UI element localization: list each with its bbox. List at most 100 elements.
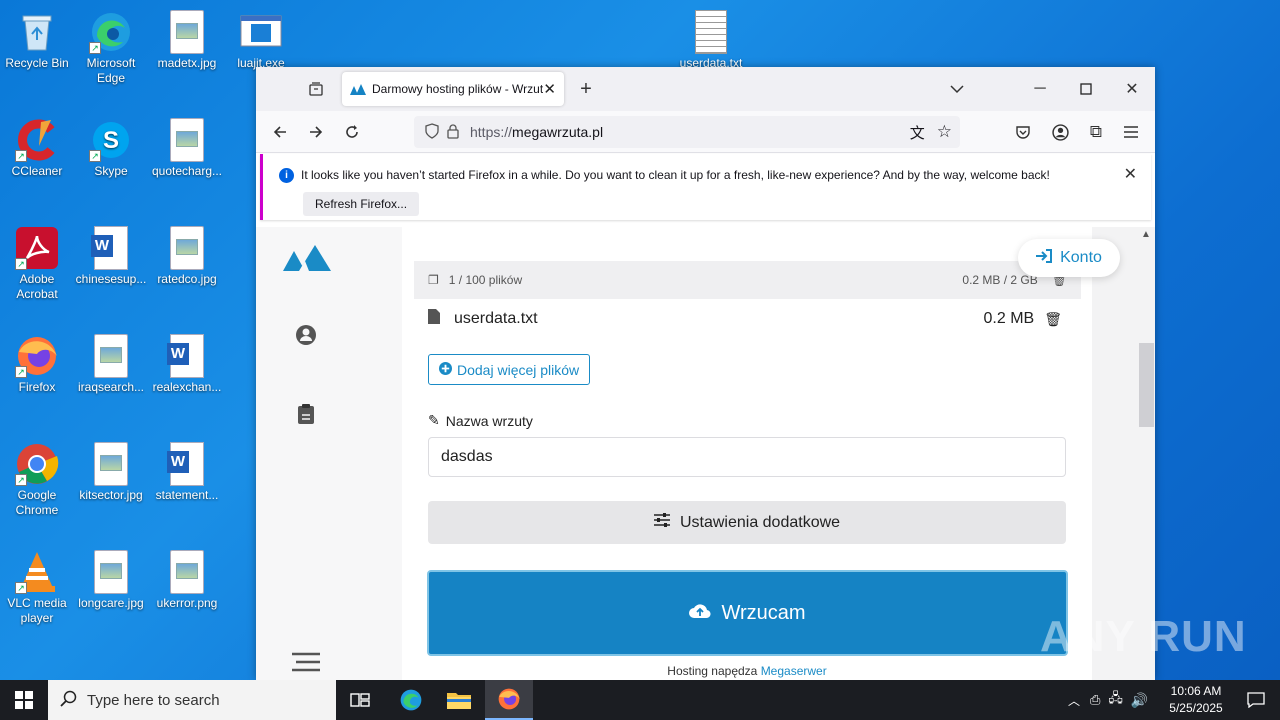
desktop-icon-chinesesup[interactable]: W chinesesup... bbox=[74, 222, 148, 287]
lock-icon[interactable] bbox=[446, 123, 460, 142]
desktop-icon-chrome[interactable]: ↗ Google Chrome bbox=[0, 438, 74, 518]
tab-bar: Darmowy hosting plików - Wrzuta ✕ + ─ ✕ bbox=[256, 67, 1155, 111]
image-file-icon bbox=[94, 334, 128, 378]
scroll-up-arrow-icon[interactable]: ▲ bbox=[1141, 229, 1151, 240]
translate-icon[interactable]: 文 bbox=[910, 122, 925, 143]
tab-megawrzuta[interactable]: Darmowy hosting plików - Wrzuta ✕ bbox=[342, 72, 564, 106]
word-document-icon: W bbox=[167, 442, 204, 486]
back-icon[interactable] bbox=[268, 120, 292, 144]
scrollbar-thumb[interactable] bbox=[1139, 343, 1154, 427]
web-page: ❐ 1 / 100 plików 0.2 MB / 2 GB 🗑 userdat… bbox=[256, 227, 1155, 680]
desktop-icon-realexchan[interactable]: W realexchan... bbox=[150, 330, 224, 395]
copy-icon: ❐ bbox=[428, 273, 439, 287]
desktop-icon-vlc[interactable]: ↗ VLC media player bbox=[0, 546, 74, 626]
chrome-icon: ↗ bbox=[15, 442, 59, 486]
desktop-icon-label: longcare.jpg bbox=[78, 596, 144, 610]
menu-hamburger-icon[interactable] bbox=[1119, 120, 1143, 144]
desktop-icon-acrobat[interactable]: ↗ Adobe Acrobat bbox=[0, 222, 74, 302]
desktop-icon-madetx[interactable]: madetx.jpg bbox=[150, 6, 224, 71]
desktop-icon-iraqsearch[interactable]: iraqsearch... bbox=[74, 330, 148, 395]
tab-title: Darmowy hosting plików - Wrzuta bbox=[372, 82, 544, 96]
desktop-icon-label: iraqsearch... bbox=[77, 380, 145, 394]
refresh-firefox-notification: i It looks like you haven’t started Fire… bbox=[260, 154, 1151, 220]
footer-text: Hosting napędza bbox=[667, 664, 761, 678]
desktop-icon-label: madetx.jpg bbox=[157, 56, 217, 70]
volume-icon[interactable]: 🔊 bbox=[1131, 692, 1148, 709]
minimize-button[interactable]: ─ bbox=[1027, 77, 1053, 101]
taskbar-firefox-icon[interactable] bbox=[485, 680, 533, 720]
taskbar-search-box[interactable]: Type here to search bbox=[48, 680, 336, 720]
upload-name-input[interactable]: dasdas bbox=[428, 437, 1066, 477]
taskbar-clock[interactable]: 10:06 AM 5/25/2025 bbox=[1163, 683, 1229, 717]
user-icon[interactable] bbox=[295, 324, 317, 351]
upload-button-label: Wrzucam bbox=[721, 601, 806, 624]
maximize-button[interactable] bbox=[1073, 77, 1099, 101]
account-icon[interactable] bbox=[1048, 120, 1072, 144]
megawrzuta-logo[interactable] bbox=[283, 245, 331, 276]
show-hidden-icons-chevron-icon[interactable]: ︿ bbox=[1068, 692, 1080, 709]
refresh-firefox-button[interactable]: Refresh Firefox... bbox=[303, 192, 420, 216]
desktop-icon-quotecharg[interactable]: quotecharg... bbox=[150, 114, 224, 179]
text-file-icon bbox=[695, 10, 727, 54]
taskbar-file-explorer-icon[interactable] bbox=[435, 680, 483, 720]
close-tab-icon[interactable]: ✕ bbox=[543, 80, 556, 98]
close-notification-icon[interactable]: ✕ bbox=[1124, 164, 1137, 184]
start-button[interactable] bbox=[0, 680, 48, 720]
desktop-icon-longcare[interactable]: longcare.jpg bbox=[74, 546, 148, 611]
desktop-icon-ukerror[interactable]: ukerror.png bbox=[150, 546, 224, 611]
desktop-icon-label: kitsector.jpg bbox=[79, 488, 143, 502]
site-sidebar bbox=[256, 227, 402, 680]
pocket-icon[interactable] bbox=[1011, 120, 1035, 144]
extensions-icon[interactable]: ⧉ bbox=[1084, 120, 1108, 144]
search-placeholder: Type here to search bbox=[87, 691, 220, 709]
konto-button[interactable]: Konto bbox=[1018, 239, 1120, 277]
desktop-icon-label: VLC media player bbox=[7, 596, 67, 625]
desktop-icon-ccleaner[interactable]: ↗ CCleaner bbox=[0, 114, 74, 179]
firefox-view-button[interactable] bbox=[303, 77, 329, 101]
file-size: 0.2 MB bbox=[983, 310, 1035, 327]
notifications-icon[interactable] bbox=[1232, 680, 1280, 720]
desktop-icon-kitsector[interactable]: kitsector.jpg bbox=[74, 438, 148, 503]
edge-icon: ↗ bbox=[89, 10, 133, 54]
upload-button[interactable]: Wrzucam bbox=[427, 570, 1068, 656]
megaserwer-link[interactable]: Megaserwer bbox=[761, 664, 827, 678]
desktop-icon-luajit[interactable]: luajit.exe bbox=[224, 6, 298, 71]
desktop-icon-recycle-bin[interactable]: Recycle Bin bbox=[0, 6, 74, 71]
bookmark-star-icon[interactable]: ☆ bbox=[937, 122, 952, 142]
list-tabs-button[interactable] bbox=[944, 77, 970, 101]
sidebar-menu-icon[interactable] bbox=[292, 652, 320, 677]
task-view-icon[interactable] bbox=[336, 680, 384, 720]
desktop-icon-statement[interactable]: W statement... bbox=[150, 438, 224, 503]
url-host: megawrzuta.pl bbox=[512, 124, 604, 140]
desktop-icon-userdata[interactable]: userdata.txt bbox=[674, 6, 748, 71]
device-icon[interactable]: ⎙ bbox=[1090, 692, 1100, 708]
delete-file-icon[interactable]: 🗑 bbox=[1044, 311, 1062, 328]
skype-icon: S ↗ bbox=[89, 118, 133, 162]
forward-icon[interactable] bbox=[304, 120, 328, 144]
image-file-icon bbox=[94, 442, 128, 486]
sliders-icon bbox=[653, 513, 670, 532]
network-icon[interactable]: 🖧 bbox=[1108, 689, 1123, 711]
address-bar[interactable]: https://megawrzuta.pl 文 ☆ bbox=[414, 116, 960, 148]
new-tab-button[interactable]: + bbox=[573, 77, 599, 101]
desktop-icon-label: Firefox bbox=[18, 380, 56, 394]
desktop-icon-ratedco[interactable]: ratedco.jpg bbox=[150, 222, 224, 287]
firefox-window: Darmowy hosting plików - Wrzuta ✕ + ─ ✕ bbox=[256, 67, 1155, 680]
reload-icon[interactable] bbox=[340, 120, 364, 144]
add-more-files-button[interactable]: Dodaj więcej plików bbox=[428, 354, 591, 385]
files-summary-bar: ❐ 1 / 100 plików 0.2 MB / 2 GB 🗑 bbox=[414, 261, 1081, 299]
desktop-icon-label: CCleaner bbox=[11, 164, 63, 178]
ccleaner-icon: ↗ bbox=[15, 118, 59, 162]
tracking-protection-shield-icon[interactable] bbox=[424, 122, 440, 142]
exe-file-icon bbox=[239, 10, 283, 54]
clipboard-icon[interactable] bbox=[297, 403, 315, 430]
additional-settings-button[interactable]: Ustawienia dodatkowe bbox=[428, 501, 1066, 544]
close-window-button[interactable]: ✕ bbox=[1119, 77, 1145, 101]
desktop-icon-edge[interactable]: ↗ Microsoft Edge bbox=[74, 6, 148, 86]
desktop-icon-skype[interactable]: S ↗ Skype bbox=[74, 114, 148, 179]
taskbar-edge-icon[interactable] bbox=[387, 680, 435, 720]
info-icon: i bbox=[279, 168, 294, 183]
desktop-icon-label: ukerror.png bbox=[156, 596, 218, 610]
desktop-icon-firefox[interactable]: ↗ Firefox bbox=[0, 330, 74, 395]
file-name: userdata.txt bbox=[454, 310, 538, 327]
